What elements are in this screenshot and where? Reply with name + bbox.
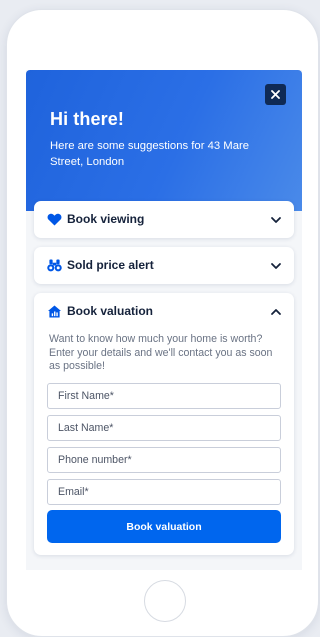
chevron-down-icon bbox=[271, 263, 281, 269]
home-button[interactable] bbox=[144, 580, 186, 622]
suggestions-panel: Hi there! Here are some suggestions for … bbox=[26, 70, 302, 570]
first-name-field[interactable] bbox=[47, 383, 281, 409]
book-valuation-header[interactable]: Book valuation bbox=[34, 293, 294, 330]
binoculars-icon bbox=[47, 259, 62, 272]
heart-icon bbox=[47, 213, 62, 226]
sold-price-alert-card: Sold price alert bbox=[34, 247, 294, 284]
email-field[interactable] bbox=[47, 479, 281, 505]
sold-price-alert-title: Sold price alert bbox=[67, 258, 154, 272]
chevron-up-icon bbox=[271, 309, 281, 315]
last-name-field[interactable] bbox=[47, 415, 281, 441]
book-viewing-header[interactable]: Book viewing bbox=[34, 201, 294, 238]
sold-price-alert-header[interactable]: Sold price alert bbox=[34, 247, 294, 284]
greeting-subtitle: Here are some suggestions for 43 Mare St… bbox=[50, 140, 250, 168]
book-viewing-card: Book viewing bbox=[34, 201, 294, 238]
phone-frame: Hi there! Here are some suggestions for … bbox=[6, 9, 319, 637]
chevron-down-icon bbox=[271, 217, 281, 223]
close-button[interactable] bbox=[265, 84, 286, 105]
greeting-title: Hi there! bbox=[50, 109, 124, 129]
book-valuation-title: Book valuation bbox=[67, 304, 154, 318]
close-icon bbox=[271, 90, 280, 99]
phone-number-field[interactable] bbox=[47, 447, 281, 473]
book-valuation-card: Book valuation Want to know how much you… bbox=[34, 293, 294, 555]
book-valuation-button[interactable]: Book valuation bbox=[47, 510, 281, 543]
book-viewing-title: Book viewing bbox=[67, 212, 145, 226]
valuation-description: Want to know how much your home is worth… bbox=[49, 333, 273, 372]
hero-banner: Hi there! Here are some suggestions for … bbox=[26, 70, 302, 211]
house-icon bbox=[48, 305, 61, 318]
